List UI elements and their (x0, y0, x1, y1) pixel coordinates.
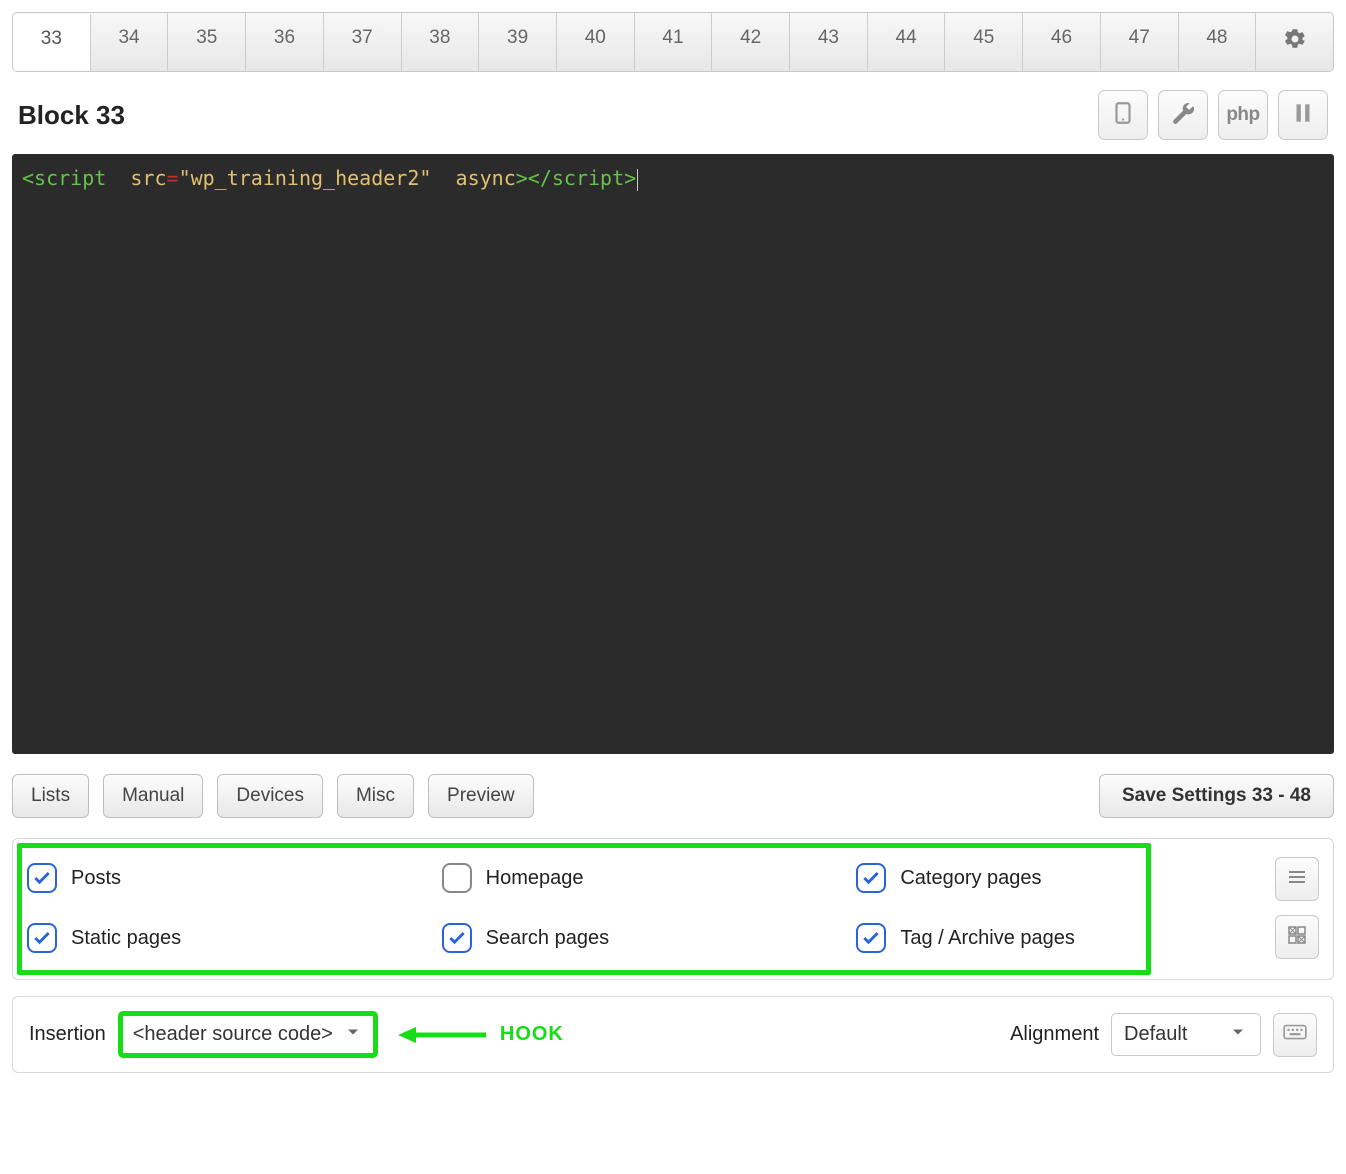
action-button-row: Lists Manual Devices Misc Preview Save S… (12, 774, 1334, 818)
checkbox-search[interactable] (442, 923, 472, 953)
grid-squares-icon (1285, 923, 1309, 952)
check-category: Category pages (856, 863, 1251, 893)
save-settings-button[interactable]: Save Settings 33 - 48 (1099, 774, 1334, 818)
alignment-dropdown[interactable]: Default (1111, 1013, 1261, 1056)
tab-37[interactable]: 37 (324, 13, 402, 71)
check-static: Static pages (27, 923, 422, 953)
insertion-label: Insertion (29, 1023, 106, 1046)
label-homepage: Homepage (486, 867, 584, 890)
arrow-icon (398, 1023, 488, 1047)
insertion-value: <header source code> (133, 1023, 333, 1046)
checkbox-posts[interactable] (27, 863, 57, 893)
tab-40[interactable]: 40 (557, 13, 635, 71)
tab-39[interactable]: 39 (479, 13, 557, 71)
pause-button[interactable] (1278, 90, 1328, 140)
chevron-down-icon (343, 1022, 363, 1047)
devices-button[interactable]: Devices (217, 774, 323, 818)
php-button[interactable]: php (1218, 90, 1268, 140)
check-homepage: Homepage (442, 863, 837, 893)
tool-buttons: php (1098, 90, 1328, 140)
block-header: Block 33 php (18, 90, 1328, 140)
misc-button[interactable]: Misc (337, 774, 414, 818)
label-posts: Posts (71, 867, 121, 890)
check-search: Search pages (442, 923, 837, 953)
tab-48[interactable]: 48 (1179, 13, 1257, 71)
tools-button[interactable] (1158, 90, 1208, 140)
label-tag: Tag / Archive pages (900, 927, 1075, 950)
checkbox-static[interactable] (27, 923, 57, 953)
code-close-open: > (516, 166, 528, 190)
tab-46[interactable]: 46 (1023, 13, 1101, 71)
insertion-panel: Insertion <header source code> HOOK Alig… (12, 996, 1334, 1073)
panel-side-icons (1275, 857, 1319, 959)
code-attr-async: async (456, 166, 516, 190)
code-attr-src: src (130, 166, 166, 190)
code-editor[interactable]: <script src="wp_training_header2" async>… (12, 154, 1334, 754)
check-posts: Posts (27, 863, 422, 893)
label-category: Category pages (900, 867, 1041, 890)
chevron-down-icon (1228, 1022, 1248, 1047)
php-label: php (1226, 104, 1259, 126)
tab-41[interactable]: 41 (635, 13, 713, 71)
block-title: Block 33 (18, 100, 125, 131)
manual-button[interactable]: Manual (103, 774, 203, 818)
checkbox-homepage[interactable] (442, 863, 472, 893)
label-static: Static pages (71, 927, 181, 950)
code-open-tag: <script (22, 166, 106, 190)
checkbox-tag[interactable] (856, 923, 886, 953)
insertion-dropdown[interactable]: <header source code> (118, 1011, 378, 1058)
tab-settings[interactable] (1256, 13, 1333, 71)
alignment-segment: Alignment Default (1010, 1013, 1317, 1057)
editor-cursor (637, 169, 638, 191)
alignment-value: Default (1124, 1023, 1187, 1046)
tab-42[interactable]: 42 (712, 13, 790, 71)
preview-button[interactable]: Preview (428, 774, 534, 818)
tab-33[interactable]: 33 (13, 14, 91, 72)
list-lines-icon (1285, 865, 1309, 894)
label-search: Search pages (486, 927, 609, 950)
tab-36[interactable]: 36 (246, 13, 324, 71)
code-src-value: "wp_training_header2" (179, 166, 432, 190)
wrench-icon (1170, 100, 1196, 131)
tab-34[interactable]: 34 (91, 13, 169, 71)
device-button[interactable] (1098, 90, 1148, 140)
alignment-label: Alignment (1010, 1023, 1099, 1046)
tab-35[interactable]: 35 (168, 13, 246, 71)
page-types-grid: Posts Homepage Category pages Static pag… (27, 863, 1251, 953)
keyboard-button[interactable] (1273, 1013, 1317, 1057)
tablet-icon (1110, 100, 1136, 131)
code-close-tag: </script> (528, 166, 636, 190)
tab-45[interactable]: 45 (945, 13, 1023, 71)
list-view-button[interactable] (1275, 857, 1319, 901)
hook-annotation: HOOK (398, 1023, 564, 1047)
keyboard-icon (1282, 1019, 1308, 1050)
gear-icon (1283, 27, 1307, 57)
checkbox-category[interactable] (856, 863, 886, 893)
tab-47[interactable]: 47 (1101, 13, 1179, 71)
tab-44[interactable]: 44 (868, 13, 946, 71)
check-tag: Tag / Archive pages (856, 923, 1251, 953)
pause-icon (1290, 100, 1316, 131)
tab-38[interactable]: 38 (402, 13, 480, 71)
lists-button[interactable]: Lists (12, 774, 89, 818)
block-tabs: 33 34 35 36 37 38 39 40 41 42 43 44 45 4… (12, 12, 1334, 72)
hook-label: HOOK (500, 1023, 564, 1046)
grid-view-button[interactable] (1275, 915, 1319, 959)
page-types-panel: Posts Homepage Category pages Static pag… (12, 838, 1334, 980)
code-eq: = (167, 166, 179, 190)
tab-43[interactable]: 43 (790, 13, 868, 71)
